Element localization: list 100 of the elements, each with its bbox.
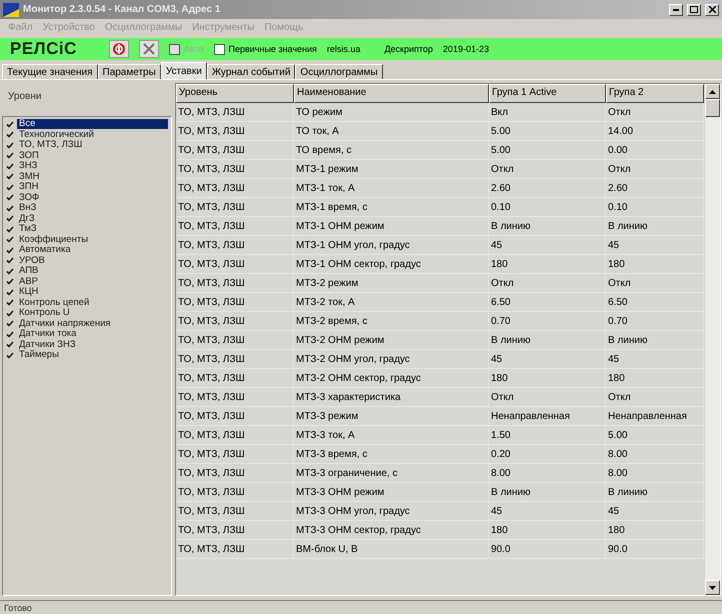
check-icon[interactable] <box>6 268 14 275</box>
check-icon[interactable] <box>6 352 14 359</box>
table-cell: ТО, МТЗ, ЛЗШ <box>176 103 294 122</box>
table-cell: 6.50 <box>489 293 606 312</box>
table-cell: ТО, МТЗ, ЛЗШ <box>176 388 294 407</box>
table-cell: ТО время, с <box>294 141 489 160</box>
check-icon[interactable] <box>6 341 14 348</box>
table-cell: ТО, МТЗ, ЛЗШ <box>176 217 294 236</box>
tab[interactable]: Параметры <box>98 64 161 79</box>
status-text: Готово <box>4 602 32 612</box>
check-icon[interactable] <box>6 173 14 180</box>
check-icon[interactable] <box>6 246 14 254</box>
list-item[interactable]: Таймеры <box>17 350 168 360</box>
table-cell: 180 <box>489 521 606 540</box>
list-item[interactable]: ВнЗ <box>17 203 168 214</box>
table-cell: ТО, МТЗ, ЛЗШ <box>176 407 294 426</box>
table-cell: 0.70 <box>489 312 606 331</box>
list-item[interactable]: Технологический <box>17 130 168 140</box>
table-cell: МТЗ-3 ОНМ режим <box>294 483 489 502</box>
table-cell: Ненаправленная <box>606 407 704 426</box>
list-item[interactable]: Все <box>17 119 168 130</box>
check-icon[interactable] <box>6 152 14 160</box>
column-header[interactable]: Група 2 <box>606 84 704 103</box>
down-arrow-icon <box>709 586 716 590</box>
table-cell: 90.0 <box>606 540 704 559</box>
list-item[interactable]: ЗМН <box>17 172 168 182</box>
website-link[interactable]: relsis.ua <box>326 44 360 54</box>
column-header[interactable]: Уровень <box>176 84 294 103</box>
table-cell: 90.0 <box>489 540 606 559</box>
table-cell: Откл <box>489 388 606 407</box>
tab[interactable]: Осциллограммы <box>295 64 383 79</box>
list-item[interactable]: Автоматика <box>17 245 168 256</box>
scroll-down-button[interactable] <box>705 580 720 595</box>
table-cell: В линию <box>489 217 606 236</box>
table-cell: ВМ-блок U, В <box>294 540 489 559</box>
check-icon[interactable] <box>6 299 14 306</box>
check-icon[interactable] <box>6 288 14 296</box>
list-item[interactable]: Коэффициенты <box>17 234 168 245</box>
list-item[interactable]: АПВ <box>17 266 168 276</box>
list-item[interactable]: Датчики напряжения <box>17 318 168 329</box>
disconnect-button[interactable] <box>138 40 159 58</box>
list-item[interactable]: Датчики ЗНЗ <box>17 340 168 350</box>
check-icon[interactable] <box>6 257 14 264</box>
tab[interactable]: Журнал событий <box>206 64 296 79</box>
list-item[interactable]: Контроль U <box>17 308 168 318</box>
tab[interactable]: Текущие значения <box>2 64 98 79</box>
table-cell: МТЗ-2 ток, А <box>294 293 489 312</box>
tab[interactable]: Уставки <box>160 62 207 79</box>
check-icon[interactable] <box>6 194 14 202</box>
check-icon[interactable] <box>6 226 14 233</box>
check-icon[interactable] <box>6 184 14 191</box>
table-cell: В линию <box>606 483 704 502</box>
table-cell: МТЗ-3 время, с <box>294 445 489 464</box>
list-item[interactable]: КЦН <box>17 287 168 298</box>
connect-button[interactable] <box>108 40 129 58</box>
check-icon[interactable] <box>6 162 14 170</box>
scrollbar[interactable] <box>705 84 720 595</box>
list-item[interactable]: ТмЗ <box>17 224 168 234</box>
minimize-icon <box>673 8 679 10</box>
scroll-thumb[interactable] <box>705 99 720 117</box>
list-item[interactable]: УРОВ <box>17 256 168 266</box>
table-cell: ТО, МТЗ, ЛЗШ <box>176 179 294 198</box>
check-icon[interactable] <box>6 204 14 212</box>
table-cell: Откл <box>489 160 606 179</box>
check-icon[interactable] <box>6 320 14 328</box>
table-cell: ТО, МТЗ, ЛЗШ <box>176 445 294 464</box>
list-item[interactable]: ЗОП <box>17 150 168 161</box>
minimize-button[interactable] <box>669 4 683 16</box>
check-icon[interactable] <box>6 120 14 128</box>
check-icon[interactable] <box>6 142 14 149</box>
list-item[interactable]: ЗНЗ <box>17 161 168 172</box>
maximize-button[interactable] <box>687 4 701 16</box>
check-icon[interactable] <box>6 330 14 338</box>
logo: РЕЛСіС <box>10 39 77 59</box>
check-icon[interactable] <box>6 278 14 286</box>
table-cell: 2.60 <box>489 179 606 198</box>
option-checkbox[interactable]: Первичные значения <box>214 44 317 54</box>
list-item[interactable]: Контроль цепей <box>17 298 168 308</box>
column-header[interactable]: Група 1 Active <box>489 84 606 103</box>
table-cell: 5.00 <box>489 141 606 160</box>
table-cell: Откл <box>606 388 704 407</box>
table-cell: МТЗ-1 ОНМ угол, градус <box>294 236 489 255</box>
check-icon[interactable] <box>6 131 14 138</box>
close-button[interactable] <box>705 4 719 16</box>
table-cell: МТЗ-3 ОНМ угол, градус <box>294 502 489 521</box>
check-icon[interactable] <box>6 236 14 244</box>
list-item[interactable]: ДгЗ <box>17 214 168 224</box>
table-cell: 0.70 <box>606 312 704 331</box>
table-cell: ТО, МТЗ, ЛЗШ <box>176 293 294 312</box>
check-icon[interactable] <box>6 215 14 222</box>
list-item[interactable]: ЗПН <box>17 182 168 192</box>
column-header[interactable]: Наименование <box>294 84 489 103</box>
list-item[interactable]: АВР <box>17 276 168 287</box>
scroll-up-button[interactable] <box>705 84 720 99</box>
table-cell: В линию <box>606 217 704 236</box>
list-item[interactable]: ТО, МТЗ, ЛЗШ <box>17 140 168 150</box>
list-item[interactable]: ЗОФ <box>17 192 168 203</box>
check-icon[interactable] <box>6 310 14 317</box>
panel-title: Уровни <box>7 90 42 104</box>
list-item[interactable]: Датчики тока <box>17 329 168 340</box>
